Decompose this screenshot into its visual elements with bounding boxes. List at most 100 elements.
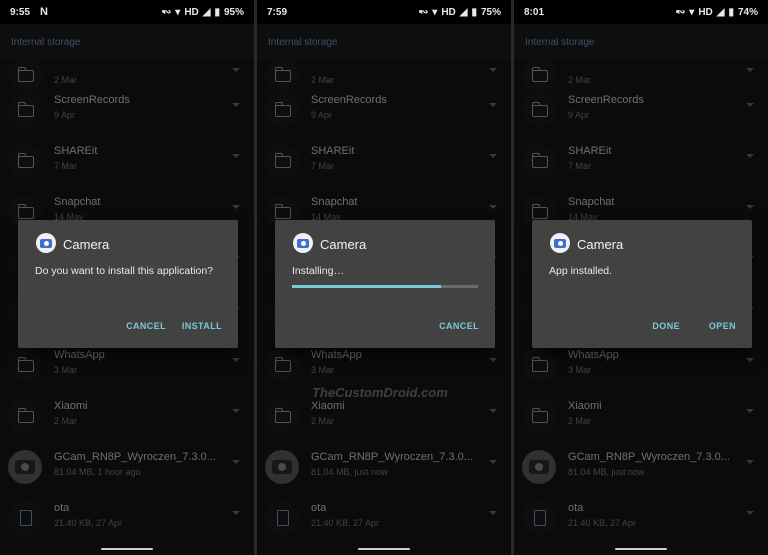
camera-icon — [265, 450, 299, 484]
chevron-down-icon[interactable] — [232, 68, 240, 72]
camera-app-icon — [36, 233, 56, 253]
phone-screen-2: 7:59 ∾ ▾ HD ◢ ▮ 75% Internal storage 2 Mar Screen… — [257, 0, 511, 555]
chevron-down-icon[interactable] — [746, 460, 754, 464]
list-item[interactable]: ota 21.40 KB, 27 Apr — [0, 493, 254, 544]
chevron-down-icon[interactable] — [232, 409, 240, 413]
file-meta: 7 Mar — [54, 161, 78, 171]
chevron-down-icon[interactable] — [232, 103, 240, 107]
chevron-down-icon[interactable] — [746, 205, 754, 209]
list-item[interactable]: Xiaomi 2 Mar — [514, 391, 768, 442]
list-item[interactable]: SHAREit 7 Mar — [257, 136, 511, 187]
install-progress-bar — [292, 285, 478, 288]
status-bar: 9:55 N ∾ ▾ HD ◢ ▮ 95% — [0, 0, 254, 24]
status-time: 9:55 — [10, 7, 31, 18]
file-meta: 9 Apr — [568, 110, 590, 120]
chevron-down-icon[interactable] — [746, 154, 754, 158]
chevron-down-icon[interactable] — [746, 68, 754, 72]
done-button[interactable]: DONE — [652, 321, 680, 331]
screenshots-row: 9:55 N ∾ ▾ HD ◢ ▮ 95% Internal storage 2 Mar Scree… — [0, 0, 768, 555]
signal-icon: ◢ — [459, 7, 468, 18]
file-name: SHAREit — [568, 145, 612, 157]
breadcrumb-internal-storage[interactable]: Internal storage — [268, 37, 338, 48]
folder-icon — [265, 93, 299, 127]
gesture-nav-bar[interactable] — [101, 548, 153, 550]
file-meta: 81.04 MB, just now — [568, 467, 645, 477]
chevron-down-icon[interactable] — [746, 358, 754, 362]
gesture-nav-bar[interactable] — [615, 548, 667, 550]
battery-level: 74% — [737, 7, 758, 18]
bluetooth-icon: ∾ — [676, 7, 686, 18]
file-name: ota — [311, 502, 327, 514]
chevron-down-icon[interactable] — [746, 409, 754, 413]
file-meta: 9 Apr — [311, 110, 333, 120]
file-name: Snapchat — [568, 196, 615, 208]
list-item[interactable]: GCam_RN8P_Wyroczen_7.3.0... 81.04 MB, 1 h… — [0, 442, 254, 493]
gesture-nav-bar[interactable] — [358, 548, 410, 550]
status-icons: ∾ ▾ HD ◢ ▮ 74% — [673, 7, 758, 18]
folder-icon — [522, 399, 556, 433]
file-name: GCam_RN8P_Wyroczen_7.3.0... — [568, 451, 730, 463]
folder-icon — [8, 348, 42, 382]
hd-label: HD — [441, 7, 456, 18]
cancel-button[interactable]: CANCEL — [439, 321, 479, 331]
chevron-down-icon[interactable] — [232, 205, 240, 209]
battery-icon: ▮ — [728, 7, 734, 18]
phone-screen-3: 8:01 ∾ ▾ HD ◢ ▮ 74% Internal storage 2 Mar Screen… — [514, 0, 768, 555]
dialog-title: Camera — [63, 237, 110, 252]
file-meta: 2 Mar — [54, 416, 78, 426]
folder-icon — [8, 144, 42, 178]
folder-icon — [8, 93, 42, 127]
phone-screen-1: 9:55 N ∾ ▾ HD ◢ ▮ 95% Internal storage 2 Mar Scree… — [0, 0, 254, 555]
file-meta: 81.04 MB, just now — [311, 467, 388, 477]
chevron-down-icon[interactable] — [232, 460, 240, 464]
chevron-down-icon[interactable] — [489, 154, 497, 158]
file-meta: 2 Mar — [54, 75, 78, 85]
list-item[interactable]: ScreenRecords 9 Apr — [514, 85, 768, 136]
list-item[interactable]: ota 21.40 KB, 27 Apr — [257, 493, 511, 544]
signal-icon: ◢ — [202, 7, 211, 18]
file-icon — [265, 501, 299, 535]
file-name: WhatsApp — [311, 349, 362, 361]
chevron-down-icon[interactable] — [489, 409, 497, 413]
status-time: 8:01 — [524, 7, 545, 18]
open-button[interactable]: OPEN — [709, 321, 736, 331]
list-item[interactable]: ota 21.40 KB, 27 Apr — [514, 493, 768, 544]
wifi-icon: ▾ — [689, 7, 695, 18]
chevron-down-icon[interactable] — [489, 68, 497, 72]
file-meta: 21.40 KB, 27 Apr — [311, 518, 380, 528]
chevron-down-icon[interactable] — [232, 154, 240, 158]
chevron-down-icon[interactable] — [489, 460, 497, 464]
chevron-down-icon[interactable] — [746, 511, 754, 515]
file-name: ota — [54, 502, 70, 514]
cancel-button[interactable]: CANCEL — [126, 321, 166, 331]
install-button[interactable]: INSTALL — [182, 321, 222, 331]
list-item[interactable]: ScreenRecords 9 Apr — [0, 85, 254, 136]
folder-icon — [8, 399, 42, 433]
breadcrumb-internal-storage[interactable]: Internal storage — [525, 37, 595, 48]
list-item[interactable]: SHAREit 7 Mar — [514, 136, 768, 187]
battery-level: 95% — [223, 7, 244, 18]
file-name: GCam_RN8P_Wyroczen_7.3.0... — [54, 451, 216, 463]
chevron-down-icon[interactable] — [232, 511, 240, 515]
breadcrumb-internal-storage[interactable]: Internal storage — [11, 37, 81, 48]
file-meta: 2 Mar — [568, 416, 592, 426]
chevron-down-icon[interactable] — [489, 358, 497, 362]
chevron-down-icon[interactable] — [489, 103, 497, 107]
chevron-down-icon[interactable] — [489, 511, 497, 515]
status-icons: ∾ ▾ HD ◢ ▮ 95% — [159, 7, 244, 18]
camera-app-icon — [550, 233, 570, 253]
folder-icon — [265, 399, 299, 433]
dialog-title: Camera — [577, 237, 624, 252]
chevron-down-icon[interactable] — [232, 358, 240, 362]
chevron-down-icon[interactable] — [489, 205, 497, 209]
list-item[interactable]: GCam_RN8P_Wyroczen_7.3.0... 81.04 MB, jus… — [514, 442, 768, 493]
folder-icon — [522, 93, 556, 127]
file-name: GCam_RN8P_Wyroczen_7.3.0... — [311, 451, 473, 463]
bluetooth-icon: ∾ — [162, 7, 172, 18]
list-item[interactable]: SHAREit 7 Mar — [0, 136, 254, 187]
dialog-message: App installed. — [549, 265, 613, 277]
list-item[interactable]: ScreenRecords 9 Apr — [257, 85, 511, 136]
list-item[interactable]: Xiaomi 2 Mar — [0, 391, 254, 442]
chevron-down-icon[interactable] — [746, 103, 754, 107]
list-item[interactable]: GCam_RN8P_Wyroczen_7.3.0... 81.04 MB, jus… — [257, 442, 511, 493]
